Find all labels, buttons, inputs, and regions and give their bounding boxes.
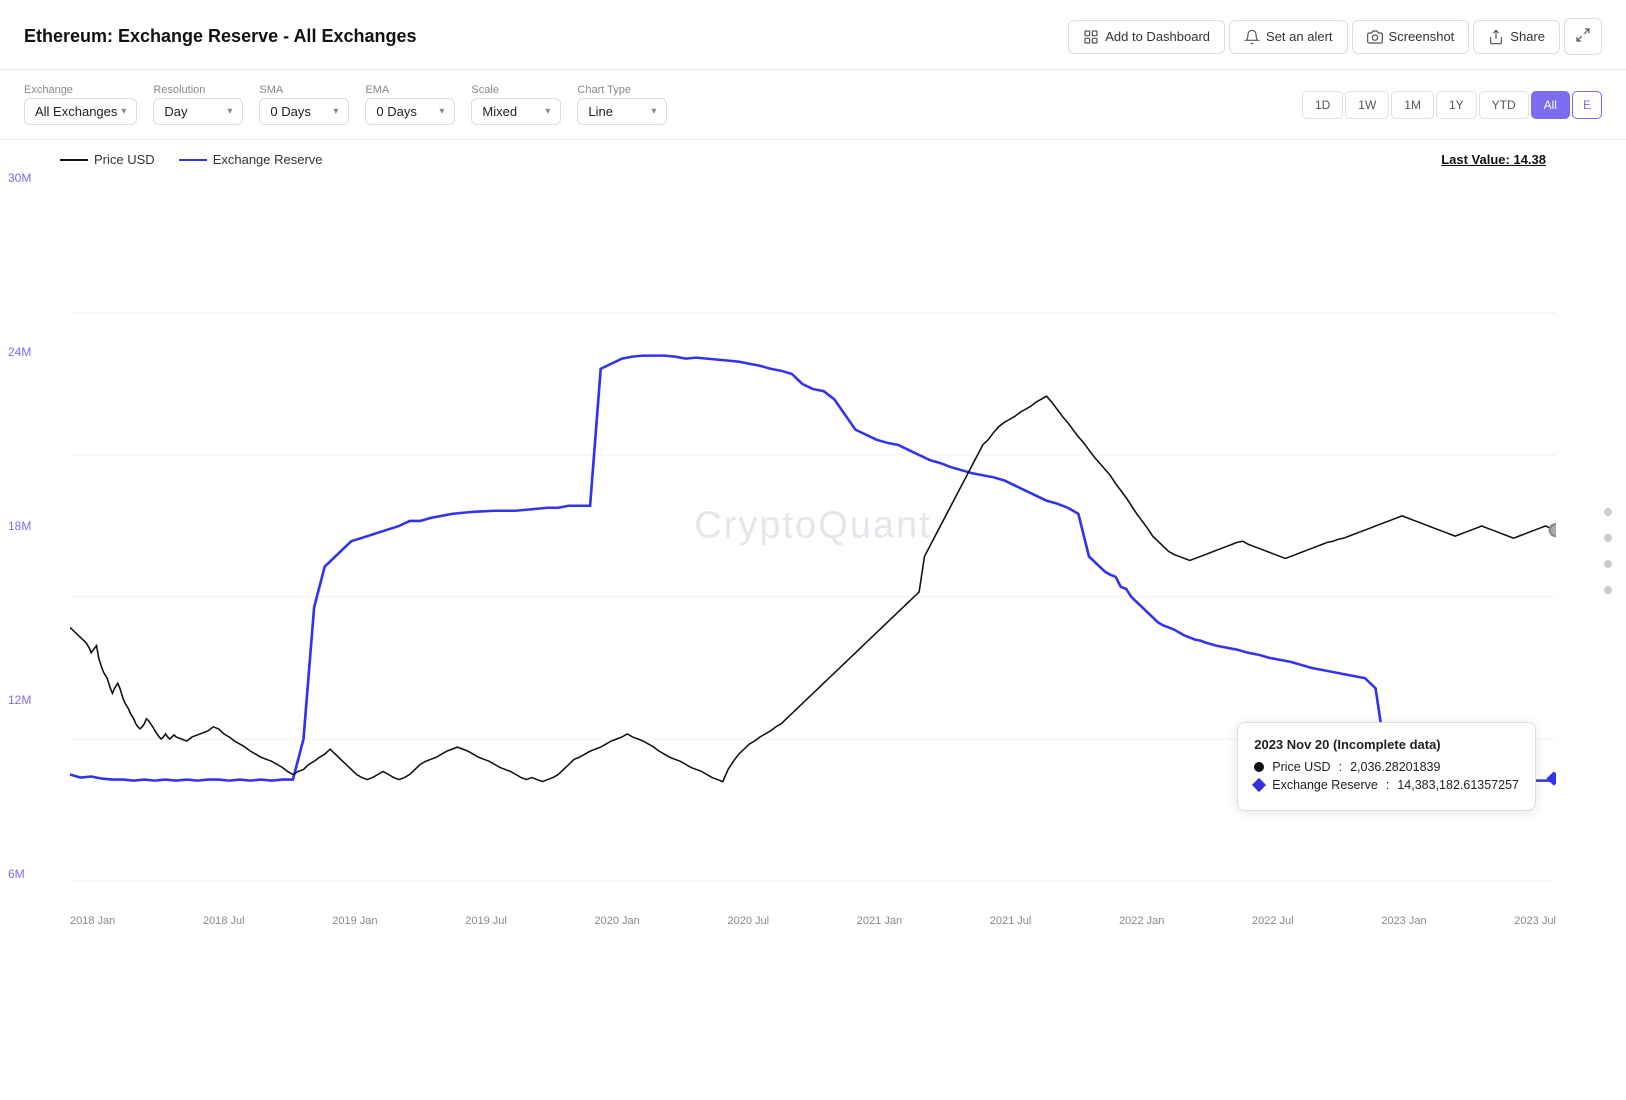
y-label-12m: 12M: [8, 693, 31, 707]
tooltip-price-row: Price USD : 2,036.28201839: [1254, 760, 1519, 774]
ema-label: EMA: [365, 84, 455, 96]
scale-control: Scale Mixed ▾: [471, 84, 561, 125]
tooltip-price-label: Price USD: [1272, 760, 1330, 774]
reserve-line-indicator: [179, 159, 207, 161]
page-header: Ethereum: Exchange Reserve - All Exchang…: [0, 0, 1626, 70]
x-label-2022jan: 2022 Jan: [1119, 915, 1164, 927]
y-axis: 30M 24M 18M 12M 6M: [8, 171, 31, 881]
set-alert-button[interactable]: Set an alert: [1229, 20, 1348, 54]
sidebar-dot-2[interactable]: [1604, 534, 1612, 542]
x-label-2018jan: 2018 Jan: [70, 915, 115, 927]
last-value-display: Last Value: 14.38: [1441, 152, 1546, 167]
y-label-24m: 24M: [8, 345, 31, 359]
camera-icon: [1367, 29, 1383, 45]
x-label-2020jan: 2020 Jan: [595, 915, 640, 927]
legend-reserve: Exchange Reserve: [179, 152, 323, 167]
scale-select[interactable]: Mixed ▾: [471, 98, 561, 125]
x-label-2023jan: 2023 Jan: [1381, 915, 1426, 927]
x-label-2019jul: 2019 Jul: [465, 915, 507, 927]
x-label-2022jul: 2022 Jul: [1252, 915, 1294, 927]
screenshot-button[interactable]: Screenshot: [1352, 20, 1470, 54]
resolution-label: Resolution: [153, 84, 243, 96]
chart-area: Price USD Exchange Reserve Last Value: 1…: [0, 140, 1626, 990]
sidebar-dot-3[interactable]: [1604, 560, 1612, 568]
exchange-reserve-line: [70, 356, 1556, 781]
sidebar-dot-4[interactable]: [1604, 586, 1612, 594]
add-dashboard-button[interactable]: Add to Dashboard: [1068, 20, 1225, 54]
tooltip-reserve-row: Exchange Reserve : 14,383,182.61357257: [1254, 778, 1519, 792]
exchange-select[interactable]: All Exchanges ▾: [24, 98, 137, 125]
time-1w-button[interactable]: 1W: [1345, 91, 1389, 119]
price-line-indicator: [60, 159, 88, 161]
chevron-down-icon: ▾: [651, 106, 656, 117]
resolution-control: Resolution Day ▾: [153, 84, 243, 125]
x-label-2020jul: 2020 Jul: [728, 915, 770, 927]
ema-control: EMA 0 Days ▾: [365, 84, 455, 125]
time-extra-button[interactable]: E: [1572, 91, 1602, 119]
header-actions: Add to Dashboard Set an alert Screenshot…: [1068, 18, 1602, 55]
chart-container: 30M 24M 18M 12M 6M CryptoQuant: [0, 171, 1626, 931]
tooltip-price-colon: :: [1339, 760, 1342, 774]
price-endpoint-marker: [1550, 524, 1556, 536]
bell-icon: [1244, 29, 1260, 45]
tooltip-price-icon: [1254, 762, 1264, 772]
tooltip-date: 2023 Nov 20 (Incomplete data): [1254, 737, 1519, 752]
time-range-selector: 1D 1W 1M 1Y YTD All E: [1302, 91, 1602, 119]
sma-control: SMA 0 Days ▾: [259, 84, 349, 125]
chevron-down-icon: ▾: [121, 106, 126, 117]
x-label-2021jan: 2021 Jan: [857, 915, 902, 927]
chart-tooltip: 2023 Nov 20 (Incomplete data) Price USD …: [1237, 722, 1536, 811]
share-icon: [1488, 29, 1504, 45]
share-button[interactable]: Share: [1473, 20, 1560, 54]
time-all-button[interactable]: All: [1531, 91, 1570, 119]
x-label-2018jul: 2018 Jul: [203, 915, 245, 927]
page-title: Ethereum: Exchange Reserve - All Exchang…: [24, 26, 416, 47]
fullscreen-icon: [1575, 27, 1591, 43]
reserve-endpoint-marker: [1546, 771, 1556, 785]
ema-select[interactable]: 0 Days ▾: [365, 98, 455, 125]
tooltip-reserve-value: 14,383,182.61357257: [1397, 778, 1519, 792]
tooltip-reserve-colon: :: [1386, 778, 1389, 792]
sma-label: SMA: [259, 84, 349, 96]
chevron-down-icon: ▾: [227, 106, 232, 117]
time-1d-button[interactable]: 1D: [1302, 91, 1343, 119]
time-1m-button[interactable]: 1M: [1391, 91, 1434, 119]
y-label-18m: 18M: [8, 519, 31, 533]
chart-type-control: Chart Type Line ▾: [577, 84, 667, 125]
tooltip-reserve-label: Exchange Reserve: [1272, 778, 1378, 792]
scale-label: Scale: [471, 84, 561, 96]
chevron-down-icon: ▾: [545, 106, 550, 117]
legend-price: Price USD: [60, 152, 155, 167]
chevron-down-icon: ▾: [333, 106, 338, 117]
time-ytd-button[interactable]: YTD: [1479, 91, 1529, 119]
sma-select[interactable]: 0 Days ▾: [259, 98, 349, 125]
x-label-2023jul: 2023 Jul: [1514, 915, 1556, 927]
chart-type-label: Chart Type: [577, 84, 667, 96]
fullscreen-button[interactable]: [1564, 18, 1602, 55]
exchange-label: Exchange: [24, 84, 137, 96]
sidebar-dot-1[interactable]: [1604, 508, 1612, 516]
tooltip-price-value: 2,036.28201839: [1350, 760, 1440, 774]
exchange-control: Exchange All Exchanges ▾: [24, 84, 137, 125]
time-1y-button[interactable]: 1Y: [1436, 91, 1477, 119]
controls-bar: Exchange All Exchanges ▾ Resolution Day …: [0, 70, 1626, 140]
chevron-down-icon: ▾: [439, 106, 444, 117]
x-label-2019jan: 2019 Jan: [332, 915, 377, 927]
grid-icon: [1083, 29, 1099, 45]
right-sidebar: [1604, 508, 1612, 594]
x-axis: 2018 Jan 2018 Jul 2019 Jan 2019 Jul 2020…: [70, 915, 1556, 927]
tooltip-reserve-icon: [1252, 778, 1266, 792]
resolution-select[interactable]: Day ▾: [153, 98, 243, 125]
chart-legend: Price USD Exchange Reserve Last Value: 1…: [0, 140, 1626, 171]
chart-type-select[interactable]: Line ▾: [577, 98, 667, 125]
x-label-2021jul: 2021 Jul: [990, 915, 1032, 927]
y-label-30m: 30M: [8, 171, 31, 185]
y-label-6m: 6M: [8, 867, 31, 881]
